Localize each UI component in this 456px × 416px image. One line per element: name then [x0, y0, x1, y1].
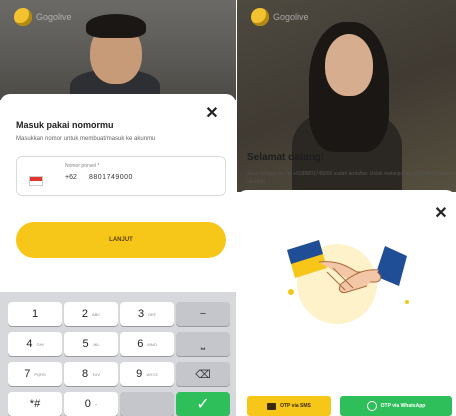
brand-logo-icon: [14, 8, 32, 26]
backspace-key[interactable]: ⌫: [176, 362, 230, 386]
indonesia-flag-icon: [29, 176, 43, 186]
close-icon[interactable]: ✕: [204, 106, 220, 122]
key-letters: +: [94, 401, 98, 407]
key-letters: DEF: [148, 311, 157, 317]
welcome-screen: Gogolive ✕ Selamat datang! Akun dengan n…: [237, 0, 456, 416]
key-letters: TUV: [92, 371, 101, 377]
check-icon: ✓: [196, 396, 210, 413]
login-title: Masuk pakai nomormu: [16, 120, 114, 130]
phone-input[interactable]: Nomor ponsel * +62 8801749000: [16, 156, 226, 196]
key-digit: 7: [24, 368, 31, 380]
minus-key[interactable]: −: [176, 302, 230, 326]
otp-whatsapp-label: OTP via WhatsApp: [380, 403, 426, 409]
key-letters: MNO: [147, 341, 157, 347]
backspace-icon: ⌫: [195, 368, 211, 381]
space-key[interactable]: ⎵: [176, 332, 230, 356]
key-letters: GHI: [36, 341, 44, 347]
key-letters: ABC: [91, 311, 101, 317]
brand-name: Gogolive: [36, 12, 72, 22]
key-digit: 1: [31, 308, 39, 320]
key-8[interactable]: 8 TUV: [64, 362, 118, 386]
continue-button[interactable]: LANJUT: [16, 222, 226, 258]
welcome-title: Selamat datang!: [247, 152, 325, 163]
brand-header: Gogolive: [251, 8, 309, 26]
numeric-keypad: 1 2 ABC 3 DEF − 4 GHI 5 JKL 6 MNO ⎵ 7 PQRS 8 TU…: [0, 292, 236, 416]
otp-sms-button[interactable]: OTP via SMS: [247, 396, 331, 416]
key-letters: PQRS: [34, 371, 46, 377]
person-hair: [86, 14, 146, 38]
key-letters: JKL: [92, 341, 100, 347]
key-5[interactable]: 5 JKL: [64, 332, 118, 356]
key-digit: 8: [81, 368, 89, 380]
brand-name: Gogolive: [273, 12, 309, 22]
key-digit: 5: [82, 338, 89, 350]
space-icon: ⎵: [200, 337, 206, 350]
handshake-illustration: [287, 240, 409, 324]
message-icon: [267, 402, 277, 410]
otp-whatsapp-button[interactable]: OTP via WhatsApp: [340, 396, 452, 416]
country-code: +62: [65, 174, 77, 181]
phone-number-value: 8801749000: [89, 174, 133, 181]
welcome-message: Akun dengan no. hp +6288801749000 sudah …: [247, 171, 453, 185]
blank-key[interactable]: [120, 392, 174, 416]
key-9[interactable]: 9 WXYZ: [120, 362, 174, 386]
key-2[interactable]: 2 ABC: [64, 302, 118, 326]
otp-sms-label: OTP via SMS: [280, 403, 311, 409]
minus-icon: −: [199, 308, 207, 320]
key-3[interactable]: 3 DEF: [120, 302, 174, 326]
key-1[interactable]: 1: [8, 302, 62, 326]
key-4[interactable]: 4 GHI: [8, 332, 62, 356]
key-digit: 3: [137, 308, 145, 320]
key-6[interactable]: 6 MNO: [120, 332, 174, 356]
brand-logo-icon: [251, 8, 269, 26]
whatsapp-icon: [366, 401, 377, 411]
key-7[interactable]: 7 PQRS: [8, 362, 62, 386]
key-star-hash[interactable]: *#: [8, 392, 62, 416]
close-icon[interactable]: ✕: [433, 206, 449, 222]
key-letters: WXYZ: [146, 371, 158, 377]
person-face: [325, 34, 373, 96]
key-digit: 0: [84, 398, 91, 410]
login-screen: Gogolive ✕ Masuk pakai nomormu Masukkan …: [0, 0, 236, 416]
key-0[interactable]: 0 +: [64, 392, 118, 416]
key-digit: *#: [29, 398, 41, 410]
login-subtitle: Masukkan nomor untuk membuat/masuk ke ak…: [16, 136, 156, 142]
key-digit: 9: [136, 368, 143, 380]
background-video: [237, 0, 456, 200]
enter-key[interactable]: ✓: [176, 392, 230, 416]
brand-header: Gogolive: [14, 8, 72, 26]
key-digit: 6: [137, 338, 144, 350]
key-digit: 2: [81, 308, 88, 320]
phone-field-label: Nomor ponsel *: [65, 163, 100, 169]
key-digit: 4: [26, 338, 33, 350]
